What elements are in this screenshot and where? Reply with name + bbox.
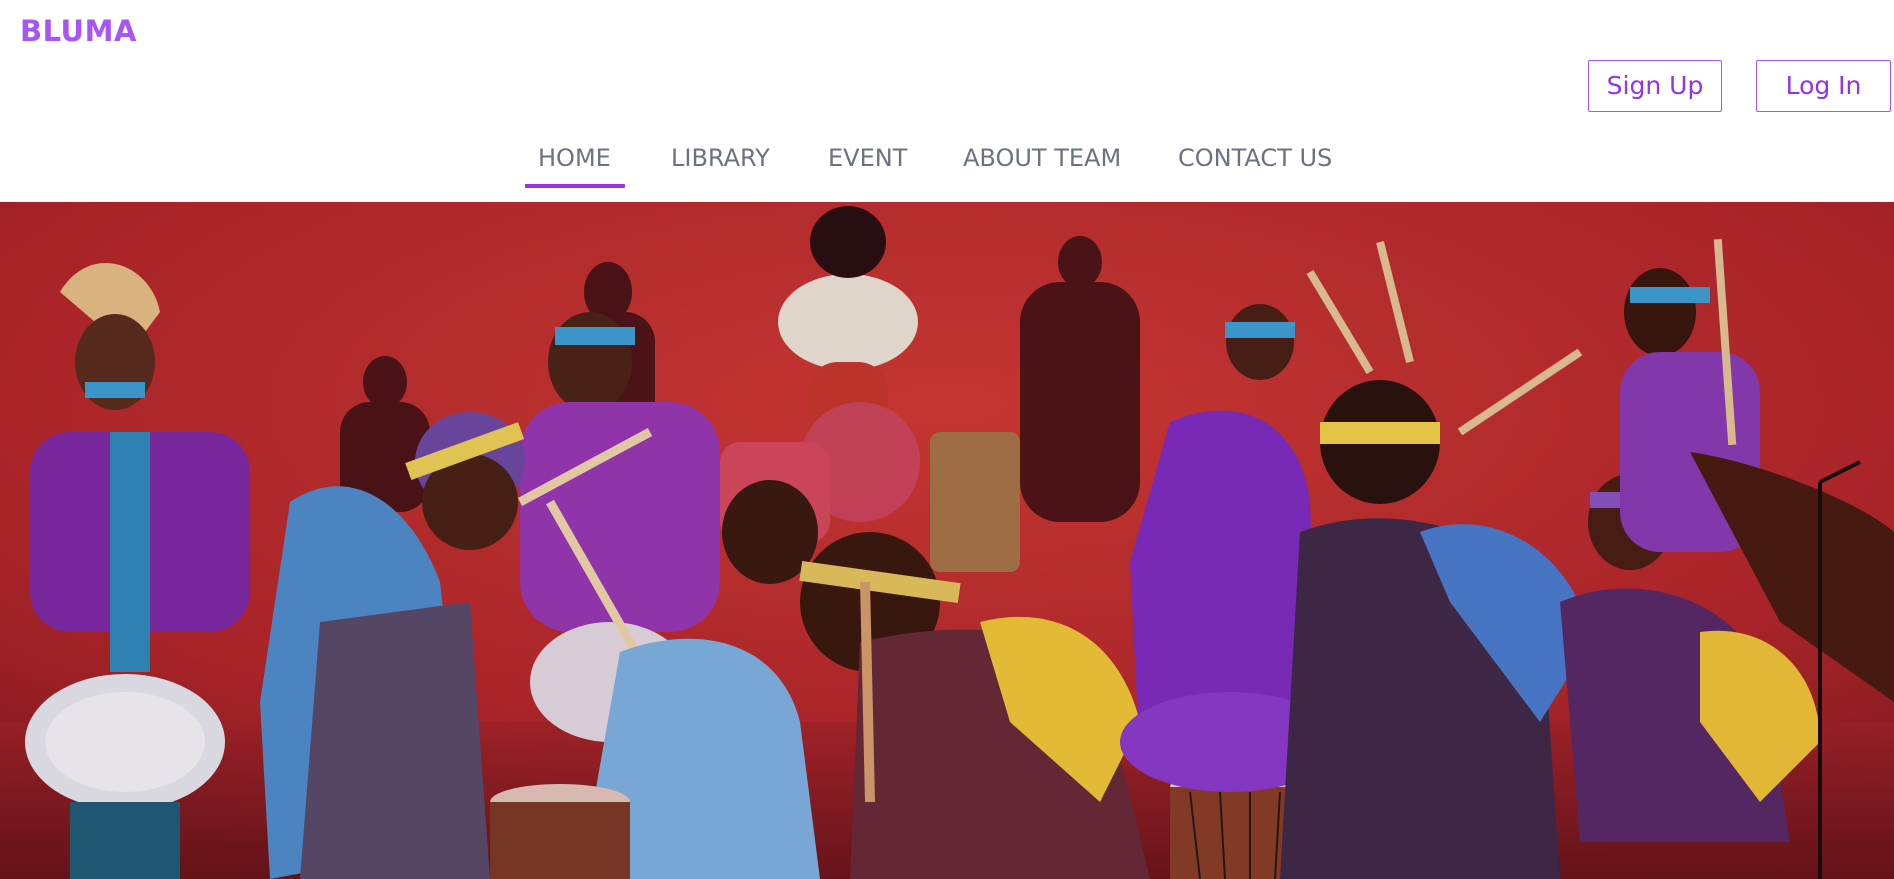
brand-logo[interactable]: BLUMA — [20, 14, 137, 48]
active-nav-indicator — [525, 184, 625, 188]
main-nav: HOME LIBRARY EVENT ABOUT TEAM CONTACT US — [0, 140, 1894, 190]
nav-item-contact-us[interactable]: CONTACT US — [1178, 140, 1332, 176]
nav-item-home[interactable]: HOME — [538, 140, 611, 176]
hero-illustration — [0, 202, 1894, 879]
nav-item-library[interactable]: LIBRARY — [671, 140, 770, 176]
nav-item-event[interactable]: EVENT — [828, 140, 907, 176]
hero-image — [0, 202, 1894, 879]
log-in-button[interactable]: Log In — [1756, 60, 1891, 112]
site-header: BLUMA Sign Up Log In HOME LIBRARY EVENT … — [0, 0, 1894, 202]
sign-up-button[interactable]: Sign Up — [1588, 60, 1722, 112]
nav-item-about-team[interactable]: ABOUT TEAM — [963, 140, 1121, 176]
